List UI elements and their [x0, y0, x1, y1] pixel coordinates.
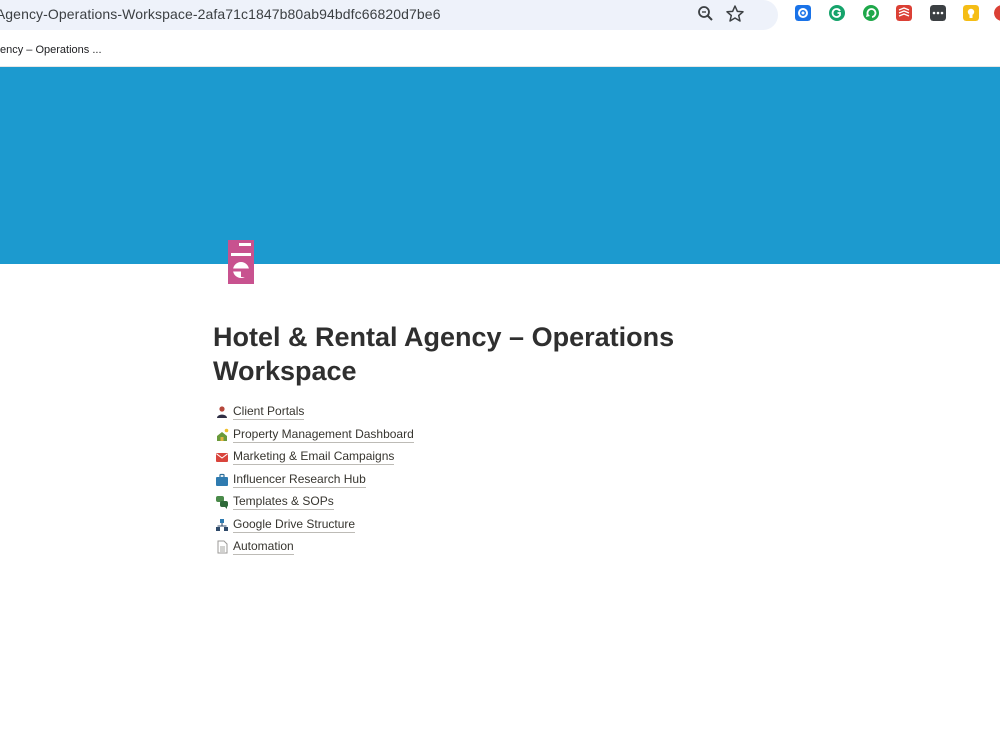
page-link-marketing[interactable]: Marketing & Email Campaigns: [215, 446, 414, 469]
envelope-icon: [216, 453, 228, 463]
more-extension-icon[interactable]: [930, 5, 946, 21]
star-icon[interactable]: [725, 4, 745, 24]
zoom-icon[interactable]: [696, 4, 716, 24]
briefcase-icon: [216, 473, 228, 486]
page-link-label[interactable]: Influencer Research Hub: [233, 472, 366, 488]
house-icon: [217, 428, 229, 441]
page-cover[interactable]: [0, 67, 1000, 264]
page-link-list: Client Portals Property Management Dashb…: [215, 401, 414, 559]
todoist-extension-icon[interactable]: [896, 5, 912, 21]
person-icon: [217, 406, 227, 419]
page-link-google-drive[interactable]: Google Drive Structure: [215, 514, 414, 537]
page-title[interactable]: Hotel & Rental Agency – Operations Works…: [213, 320, 773, 388]
page-logo-icon[interactable]: [228, 240, 254, 284]
browser-toolbar: al-Agency-Operations-Workspace-2afa71c18…: [0, 0, 1000, 36]
page-link-label[interactable]: Marketing & Email Campaigns: [233, 449, 395, 466]
page-link-label[interactable]: Google Drive Structure: [233, 517, 356, 533]
page-link-automation[interactable]: Automation: [215, 536, 414, 559]
page-link-label[interactable]: Templates & SOPs: [233, 494, 334, 511]
document-icon: [217, 540, 228, 554]
sitemap-icon: [216, 518, 228, 531]
profile-avatar-icon[interactable]: [994, 5, 1000, 21]
page-link-templates[interactable]: Templates & SOPs: [215, 491, 414, 514]
bookmarks-bar: ency – Operations ...: [0, 36, 1000, 67]
refresh-extension-icon[interactable]: [863, 5, 879, 21]
page-link-client-portals[interactable]: Client Portals: [215, 401, 414, 424]
address-bar[interactable]: al-Agency-Operations-Workspace-2afa71c18…: [0, 0, 778, 30]
chat-bubbles-icon: [216, 496, 228, 510]
page-link-influencer[interactable]: Influencer Research Hub: [215, 469, 414, 492]
page-link-label[interactable]: Property Management Dashboard: [233, 427, 414, 443]
page-link-label[interactable]: Automation: [233, 539, 294, 556]
settings-extension-icon[interactable]: [795, 5, 811, 21]
keep-extension-icon[interactable]: [963, 5, 979, 21]
page-link-property-management[interactable]: Property Management Dashboard: [215, 424, 414, 447]
bookmark-item[interactable]: ency – Operations ...: [0, 44, 102, 56]
url-text[interactable]: al-Agency-Operations-Workspace-2afa71c18…: [0, 6, 441, 22]
page-link-label[interactable]: Client Portals: [233, 404, 305, 421]
grammarly-extension-icon[interactable]: [829, 5, 845, 21]
